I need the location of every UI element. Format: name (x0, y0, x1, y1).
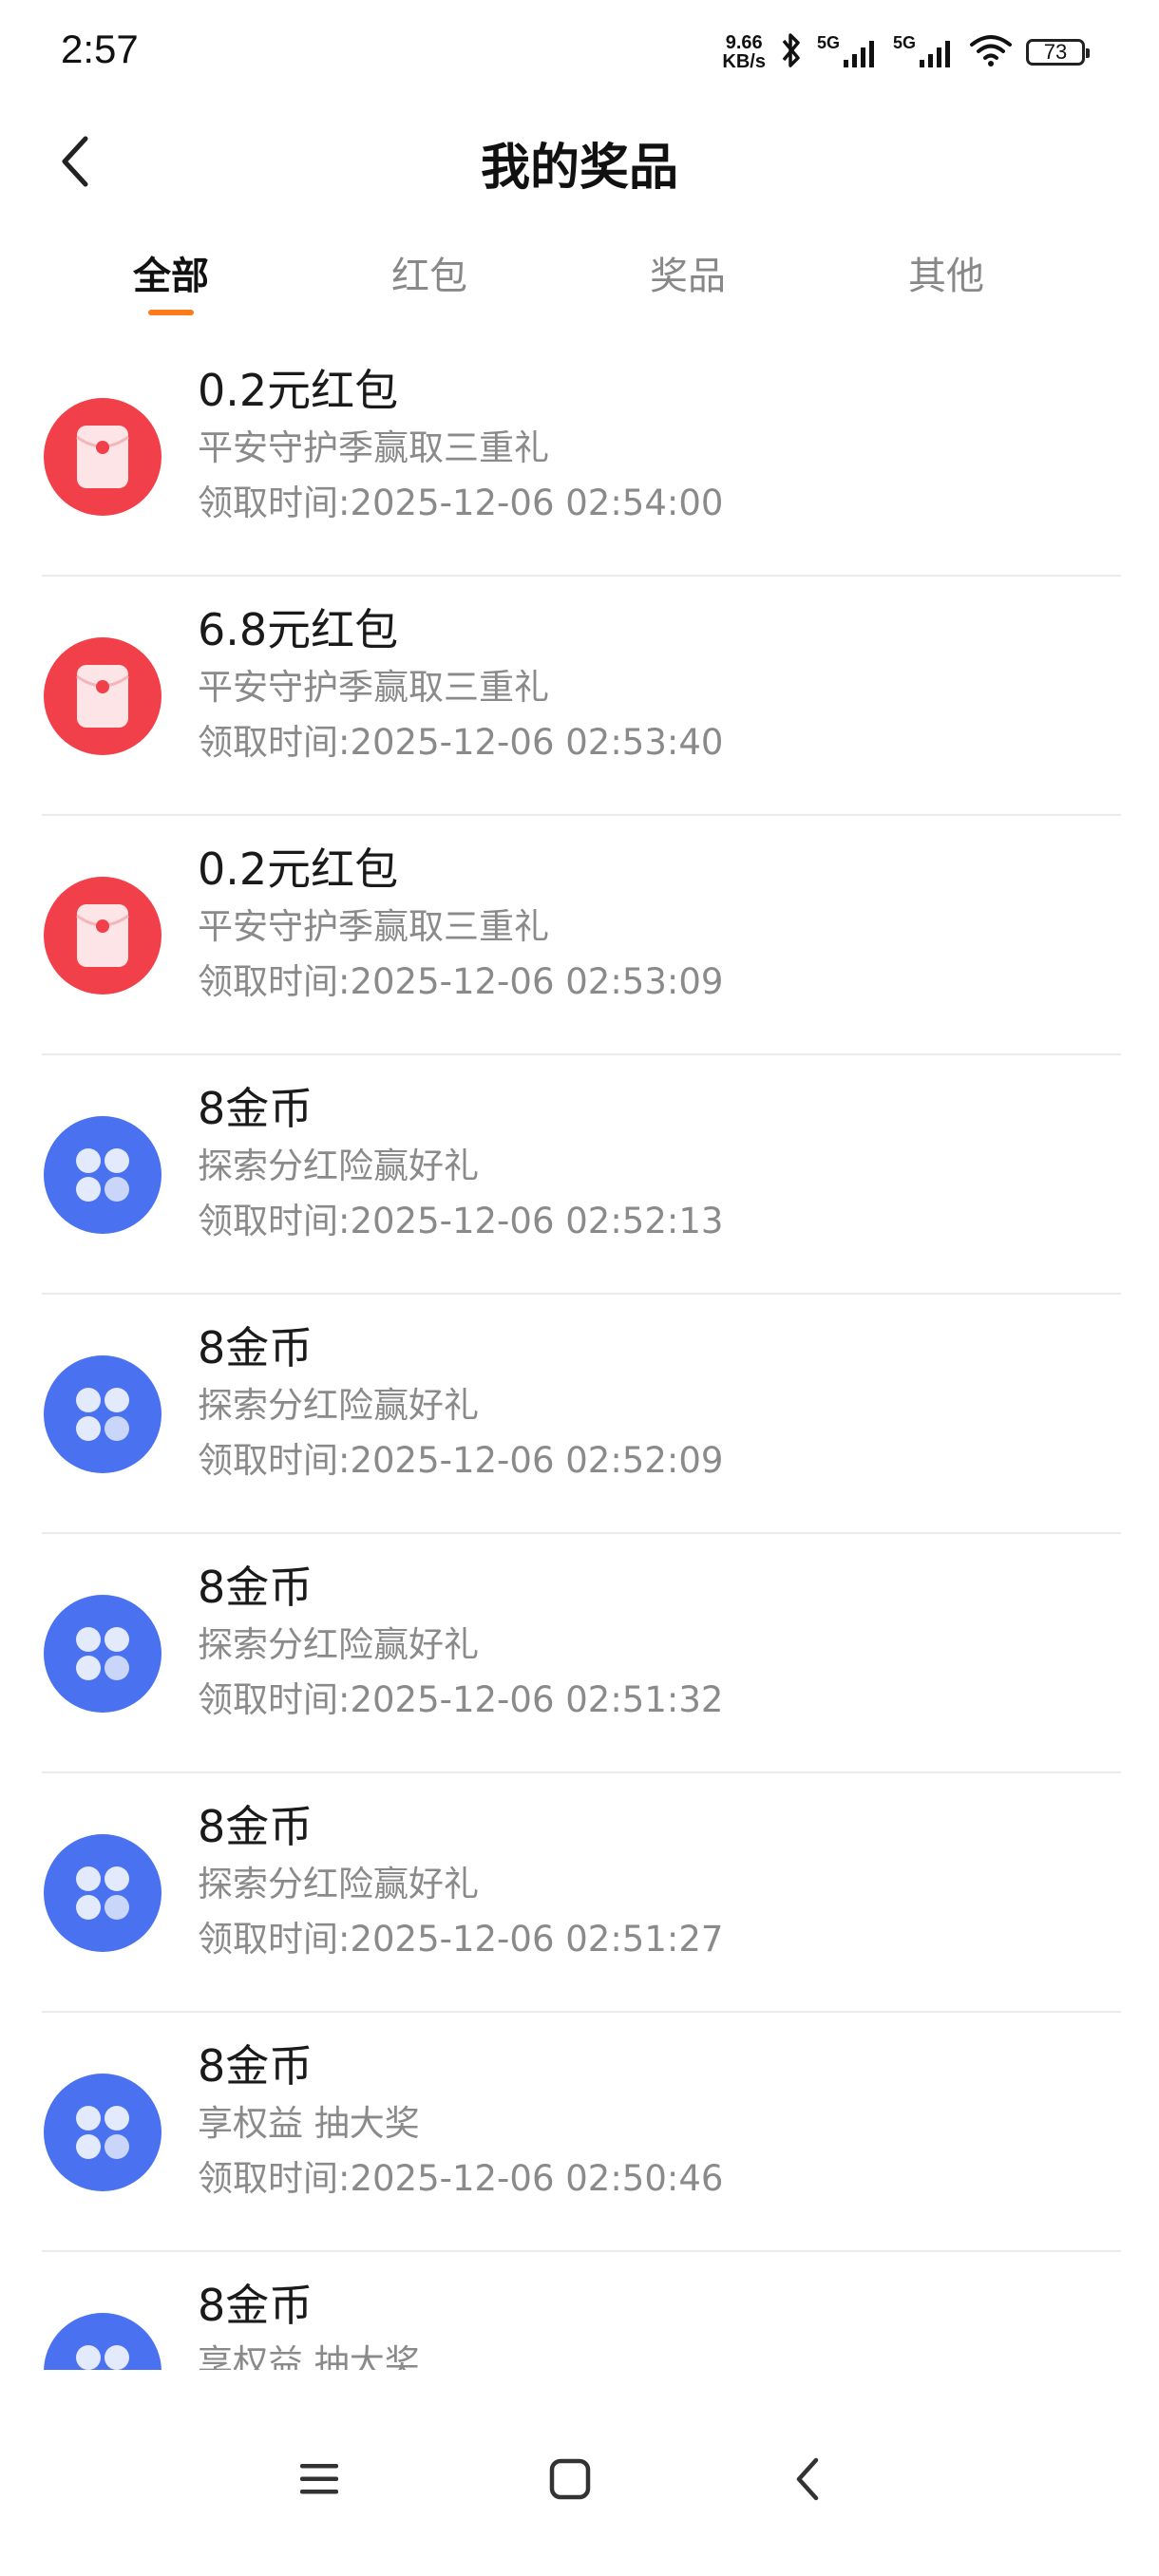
menu-icon (300, 2464, 338, 2494)
prize-title: 8金币 (198, 1801, 314, 1852)
prize-title: 0.2元红包 (198, 365, 399, 416)
chevron-left-icon (796, 2457, 819, 2501)
system-nav-bar (0, 2384, 1159, 2576)
page-title: 我的奖品 (480, 140, 678, 197)
red-envelope-icon (44, 398, 162, 516)
home-button[interactable] (527, 2441, 613, 2517)
home-square-icon (549, 2458, 591, 2500)
prize-title: 6.8元红包 (198, 604, 399, 655)
prize-source: 探索分红险赢好礼 (198, 1624, 479, 1665)
prize-claim-time: 领取时间:2025-12-06 02:51:32 (198, 1679, 724, 1720)
prize-item[interactable]: 0.2元红包 平安守护季赢取三重礼 领取时间:2025-12-06 02:54:… (42, 337, 1121, 577)
tab-bar: 全部 红包 奖品 其他 (0, 237, 1159, 332)
tab-active-indicator (148, 310, 194, 315)
signal-5g-label: 5G (816, 33, 840, 52)
gold-coin-icon (44, 1355, 162, 1473)
prize-title: 8金币 (198, 1562, 314, 1613)
prize-source: 平安守护季赢取三重礼 (198, 667, 549, 708)
signal-5g-2: 5G (892, 33, 956, 69)
network-speed-value: 9.66 (725, 32, 763, 53)
signal-bars-icon (920, 41, 950, 67)
status-time: 2:57 (61, 27, 139, 71)
battery-icon: 73 (1026, 39, 1090, 66)
prize-source: 平安守护季赢取三重礼 (198, 427, 549, 468)
prize-source: 探索分红险赢好礼 (198, 1385, 479, 1426)
status-icons: 9.66 KB/s 5G 5G 73 (722, 28, 1090, 76)
gold-coin-icon (44, 1116, 162, 1234)
prize-source: 享权益 抽大奖 (198, 2342, 420, 2370)
prize-claim-time: 领取时间:2025-12-06 02:51:27 (198, 1919, 724, 1960)
tab-prizes[interactable]: 奖品 (593, 245, 783, 300)
prize-claim-time: 领取时间:2025-12-06 02:50:46 (198, 2158, 724, 2199)
prize-title: 8金币 (198, 2280, 314, 2331)
signal-bars-icon (843, 41, 874, 67)
prize-item[interactable]: 8金币 探索分红险赢好礼 领取时间:2025-12-06 02:52:09 (42, 1295, 1121, 1534)
prize-claim-time: 领取时间:2025-12-06 02:53:40 (198, 722, 724, 763)
bluetooth-icon (779, 31, 804, 73)
battery-level: 73 (1043, 40, 1068, 64)
tab-red-envelope[interactable]: 红包 (334, 245, 524, 300)
red-envelope-icon (44, 877, 162, 994)
signal-5g-label: 5G (892, 33, 916, 52)
prize-title: 8金币 (198, 1322, 314, 1373)
menu-button[interactable] (276, 2441, 362, 2517)
prize-claim-time: 领取时间:2025-12-06 02:52:09 (198, 1440, 724, 1481)
prize-claim-time: 领取时间:2025-12-06 02:54:00 (198, 483, 724, 523)
prize-title: 8金币 (198, 2040, 314, 2092)
prize-item[interactable]: 8金币 探索分红险赢好礼 领取时间:2025-12-06 02:51:32 (42, 1534, 1121, 1773)
header: 我的奖品 (0, 114, 1159, 209)
gold-coin-icon (44, 1595, 162, 1713)
system-back-button[interactable] (765, 2441, 850, 2517)
network-speed: 9.66 KB/s (722, 33, 766, 71)
prize-item[interactable]: 8金币 享权益 抽大奖 领取时间:2025-12-06 02:50:46 (42, 2013, 1121, 2252)
prize-item[interactable]: 0.2元红包 平安守护季赢取三重礼 领取时间:2025-12-06 02:53:… (42, 816, 1121, 1055)
signal-5g-1: 5G (816, 33, 880, 69)
prize-claim-time: 领取时间:2025-12-06 02:53:09 (198, 961, 724, 1002)
tab-other[interactable]: 其他 (851, 245, 1041, 300)
gold-coin-icon (44, 1834, 162, 1952)
prize-source: 平安守护季赢取三重礼 (198, 906, 549, 947)
red-envelope-icon (44, 637, 162, 755)
prize-item[interactable]: 6.8元红包 平安守护季赢取三重礼 领取时间:2025-12-06 02:53:… (42, 577, 1121, 816)
prize-source: 探索分红险赢好礼 (198, 1864, 479, 1904)
prize-title: 0.2元红包 (198, 843, 399, 895)
prize-source: 享权益 抽大奖 (198, 2103, 420, 2144)
gold-coin-icon (44, 2313, 162, 2370)
tab-all[interactable]: 全部 (76, 245, 266, 300)
status-bar: 2:57 9.66 KB/s 5G 5G 73 (0, 0, 1159, 104)
wifi-icon (969, 33, 1013, 71)
prize-list: 0.2元红包 平安守护季赢取三重礼 领取时间:2025-12-06 02:54:… (42, 337, 1121, 2370)
prize-claim-time: 领取时间:2025-12-06 02:52:13 (198, 1201, 724, 1241)
gold-coin-icon (44, 2074, 162, 2191)
network-speed-unit: KB/s (722, 51, 766, 72)
prize-item[interactable]: 8金币 探索分红险赢好礼 领取时间:2025-12-06 02:52:13 (42, 1055, 1121, 1295)
prize-item[interactable]: 8金币 享权益 抽大奖 (42, 2252, 1121, 2370)
prize-item[interactable]: 8金币 探索分红险赢好礼 领取时间:2025-12-06 02:51:27 (42, 1773, 1121, 2013)
prize-source: 探索分红险赢好礼 (198, 1146, 479, 1186)
prize-title: 8金币 (198, 1083, 314, 1134)
